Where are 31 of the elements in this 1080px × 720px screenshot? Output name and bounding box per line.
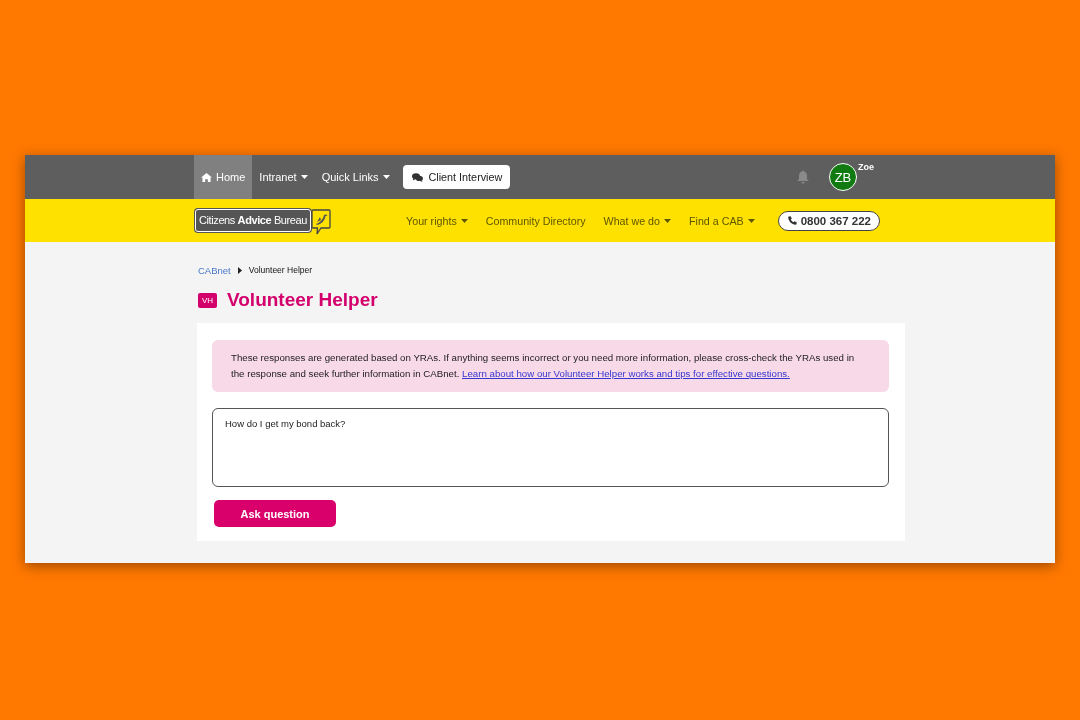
user-avatar[interactable]: ZB — [829, 163, 857, 191]
caret-down-icon — [460, 218, 468, 223]
phone-icon — [787, 216, 797, 225]
caret-right-icon — [237, 266, 242, 274]
caret-down-icon — [382, 175, 390, 179]
breadcrumb-current: Volunteer Helper — [248, 265, 313, 275]
help-link[interactable]: Learn about how our Volunteer Helper works and tips for effective questions. — [462, 368, 790, 379]
speech-bubble-bird-icon — [311, 206, 331, 235]
app-badge: VH — [198, 292, 217, 308]
bell-icon[interactable] — [797, 170, 809, 184]
phone-number-button[interactable]: 0800 367 222 — [777, 210, 880, 231]
nav-tab[interactable]: Home — [194, 155, 253, 199]
breadcrumb-link[interactable]: CABnet — [198, 264, 231, 276]
home-icon — [201, 172, 212, 182]
client-interview-button[interactable]: Client Interview — [402, 165, 511, 189]
nav-link[interactable]: Community Directory — [485, 214, 586, 227]
caret-down-icon — [300, 175, 308, 179]
nav-link[interactable]: Your rights — [406, 214, 468, 227]
page-title: Volunteer Helper — [227, 289, 378, 311]
notice-text: These responses are generated based on YRAs. If anything seems incorrect or you need more information, please cross-check the YRAs used in the response and seek further information in CABnet. Learn about how our Volunteer Helper works and tips for effective questions. — [231, 351, 856, 381]
user-name: Zoe — [858, 162, 874, 172]
nav-tab[interactable]: Quick Links — [314, 155, 397, 199]
ask-question-button[interactable]: Ask question — [214, 500, 336, 527]
nav-link[interactable]: Find a CAB — [689, 214, 755, 227]
nav-link[interactable]: What we do — [603, 214, 671, 227]
nav-tab[interactable]: Intranet — [252, 155, 315, 199]
question-field[interactable]: How do I get my bond back? — [212, 408, 889, 487]
logo-wordmark[interactable]: Citizens Advice Bureau — [195, 209, 311, 232]
chat-bubbles-icon — [411, 172, 423, 182]
caret-down-icon — [747, 218, 755, 223]
caret-down-icon — [664, 218, 671, 223]
